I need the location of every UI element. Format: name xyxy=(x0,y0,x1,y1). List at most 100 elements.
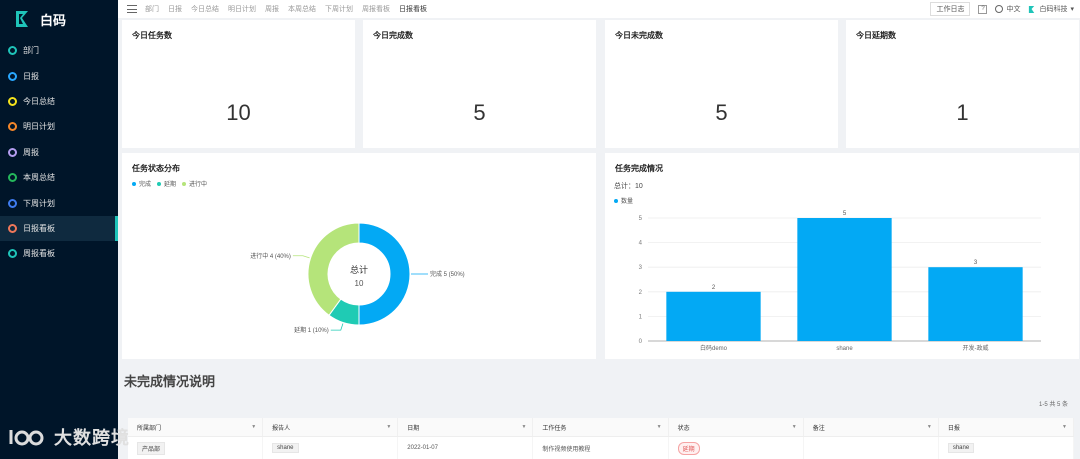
caret-down-icon: ▾ xyxy=(1070,6,1074,13)
work-log-button[interactable]: 工作日志 xyxy=(930,2,971,16)
sidebar-item[interactable]: 本周总结 xyxy=(0,165,118,190)
filter-caret-icon[interactable]: ▼ xyxy=(521,424,526,430)
sidebar-item-label: 今日总结 xyxy=(23,96,55,106)
bar[interactable] xyxy=(666,291,761,341)
breadcrumb-item[interactable]: 周报看板 xyxy=(362,4,390,14)
sidebar-item[interactable]: 周报 xyxy=(0,140,118,165)
column-header-label: 日期 xyxy=(407,425,420,432)
stat-title: 今日完成数 xyxy=(373,31,413,40)
stat-value: 1 xyxy=(956,100,969,125)
column-header[interactable]: 所属部门 ▼ xyxy=(128,418,264,436)
sidebar-menu: 部门日报今日总结明日计划周报本周总结下周计划日报看板周报看板 xyxy=(0,38,118,267)
bar[interactable] xyxy=(797,218,892,341)
stat-title: 今日延期数 xyxy=(856,31,896,40)
pie-slice-label: 延期 1 (10%) xyxy=(294,326,329,334)
column-header-label: 日报 xyxy=(947,425,960,432)
sidebar-item[interactable]: 部门 xyxy=(0,38,118,63)
column-header-label: 状态 xyxy=(677,425,690,432)
breadcrumb-item[interactable]: 下周计划 xyxy=(325,4,353,14)
sidebar-item-label: 日报 xyxy=(23,71,39,81)
stat-card-today-undone: 今日未完成数 5 xyxy=(605,20,838,148)
bar[interactable] xyxy=(928,267,1023,341)
table-row[interactable]: 产品部 shane 2022-01-07 制作视频使用教程 延期 shane xyxy=(128,437,1074,459)
cell-value: shane xyxy=(947,443,975,453)
filter-caret-icon[interactable]: ▼ xyxy=(927,424,932,430)
sidebar-item[interactable]: 日报 xyxy=(0,63,118,88)
watermark-text: 大数跨境 xyxy=(54,428,130,448)
stat-title: 今日未完成数 xyxy=(615,31,663,40)
watermark-logo-icon xyxy=(9,430,44,446)
breadcrumb-item[interactable]: 日报 xyxy=(168,4,182,14)
stat-card-today-done: 今日完成数 5 xyxy=(363,20,596,148)
cell-value: 产品部 xyxy=(137,441,166,455)
sidebar-item[interactable]: 下周计划 xyxy=(0,190,118,215)
company-logo-icon xyxy=(1029,5,1035,13)
company-menu[interactable]: 白码科技 ▾ xyxy=(1028,4,1074,14)
filter-caret-icon[interactable]: ▼ xyxy=(657,424,662,430)
column-header[interactable]: 日期 ▼ xyxy=(398,418,534,436)
circle-icon xyxy=(8,249,17,259)
logo-icon xyxy=(16,11,28,27)
y-tick-label: 3 xyxy=(639,265,643,271)
sidebar-item[interactable]: 明日计划 xyxy=(0,114,118,139)
column-header[interactable]: 状态 ▼ xyxy=(669,418,804,436)
sidebar-item-label: 下周计划 xyxy=(23,198,55,208)
table-header: 所属部门 ▼ 报告人 ▼ 日期 ▼ 工作任务 ▼ 状态 ▼ 备注 ▼ 日报 ▼ xyxy=(128,418,1074,437)
table-body: 产品部 shane 2022-01-07 制作视频使用教程 延期 shane xyxy=(128,437,1074,459)
table-cell xyxy=(804,437,939,459)
circle-icon xyxy=(8,173,17,183)
breadcrumb-item[interactable]: 日报看板 xyxy=(399,4,427,14)
sidebar-item[interactable]: 日报看板 xyxy=(0,215,118,242)
pie-chart: 完成 5 (50%) 延期 1 (10%) 进行中 4 (40%) 总计 10 xyxy=(250,222,465,334)
bar-value-label: 2 xyxy=(712,285,716,291)
app-logo[interactable]: 白码 xyxy=(0,0,118,38)
breadcrumb-item[interactable]: 今日总结 xyxy=(191,4,219,14)
column-header[interactable]: 备注 ▼ xyxy=(804,418,939,436)
sidebar-item-label: 日报看板 xyxy=(23,223,55,233)
breadcrumb-item[interactable]: 明日计划 xyxy=(228,4,256,14)
circle-icon xyxy=(8,223,17,233)
circle-icon xyxy=(8,71,17,81)
stat-value: 5 xyxy=(715,100,728,125)
bar-value-label: 3 xyxy=(974,260,978,266)
table-cell: shane xyxy=(263,437,399,459)
breadcrumb-item[interactable]: 部门 xyxy=(145,4,159,14)
task-completion-panel: 任务完成情况 总计：10 数量 0 1 2 3 4 5 2 白码demo 5 shane 3 开发-政… xyxy=(605,153,1079,359)
x-tick-label: 开发-政威 xyxy=(963,344,989,352)
filter-caret-icon[interactable]: ▼ xyxy=(792,424,797,430)
stat-value: 5 xyxy=(473,100,486,125)
sidebar-item-label: 周报 xyxy=(23,147,39,157)
filter-caret-icon[interactable]: ▼ xyxy=(1062,424,1067,430)
menu-toggle-icon[interactable] xyxy=(127,5,137,13)
table-cell: 延期 xyxy=(669,437,804,459)
y-tick-label: 1 xyxy=(639,314,643,320)
breadcrumb-item[interactable]: 周报 xyxy=(265,4,279,14)
company-name: 白码科技 xyxy=(1039,6,1068,13)
filter-caret-icon[interactable]: ▼ xyxy=(251,424,256,430)
column-header[interactable]: 日报 ▼ xyxy=(939,418,1074,436)
column-header[interactable]: 报告人 ▼ xyxy=(263,418,399,436)
filter-caret-icon[interactable]: ▼ xyxy=(386,424,391,430)
language-switch[interactable]: 中文 xyxy=(995,4,1020,14)
sidebar-item[interactable]: 周报看板 xyxy=(0,241,118,266)
circle-icon xyxy=(8,96,17,106)
pie-slice-label: 完成 5 (50%) xyxy=(430,270,465,278)
y-tick-label: 5 xyxy=(639,216,643,222)
task-status-panel: 任务状态分布 完成 延期 进行中 完成 5 (50%) 延期 1 (10%) 进行中 4… xyxy=(122,153,596,359)
cell-value: shane xyxy=(272,443,299,453)
pie-center-label: 总计 xyxy=(350,264,368,275)
pie-center-value: 10 xyxy=(355,279,364,288)
stat-title: 今日任务数 xyxy=(132,31,172,40)
breadcrumb-item[interactable]: 本周总结 xyxy=(288,4,316,14)
circle-icon xyxy=(8,46,17,56)
sidebar-item-label: 周报看板 xyxy=(23,249,55,259)
column-header-label: 所属部门 xyxy=(137,425,162,432)
table-cell: shane xyxy=(939,437,1074,459)
top-bar: 部门 日报 今日总结 明日计划 周报 本周总结 下周计划 周报看板 日报看板 工作日志 ? 中文… xyxy=(118,0,1080,18)
y-tick-label: 2 xyxy=(639,290,643,296)
pagination[interactable]: 1-5 共 5 条 xyxy=(1039,399,1068,408)
column-header[interactable]: 工作任务 ▼ xyxy=(533,418,669,436)
section-title: 未完成情况说明 xyxy=(124,374,216,389)
sidebar-item[interactable]: 今日总结 xyxy=(0,89,118,114)
help-icon[interactable]: ? xyxy=(978,4,988,14)
